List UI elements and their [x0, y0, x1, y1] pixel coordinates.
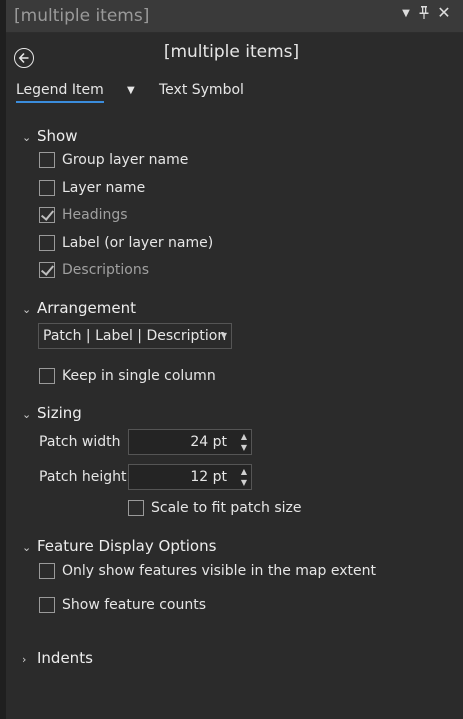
checkbox-label: Scale to fit patch size: [151, 500, 302, 516]
page-title: [multiple items]: [163, 42, 300, 62]
headings-checkbox[interactable]: Headings: [39, 207, 128, 223]
tab-legend-item[interactable]: Legend Item: [16, 82, 104, 103]
layer-name-checkbox[interactable]: Layer name: [39, 180, 145, 196]
arrangement-select[interactable]: Patch | Label | Description ▼: [38, 323, 232, 349]
section-indents[interactable]: › Indents: [22, 649, 93, 667]
checkbox-label: Show feature counts: [62, 597, 207, 613]
spin-up-icon[interactable]: ▲: [241, 432, 247, 441]
section-feature-display-label: Feature Display Options: [37, 537, 217, 555]
label-checkbox[interactable]: Label (or layer name): [39, 235, 213, 251]
chevron-down-icon: ⌄: [22, 541, 32, 554]
section-show[interactable]: ⌄ Show: [22, 127, 77, 145]
checkbox-box[interactable]: [39, 262, 55, 278]
patch-width-label: Patch width: [39, 434, 121, 450]
checkbox-box[interactable]: [128, 500, 144, 516]
section-sizing-label: Sizing: [37, 404, 82, 422]
checkbox-box[interactable]: [39, 368, 55, 384]
chevron-down-icon: ⌄: [22, 408, 32, 421]
patch-height-value: 12 pt: [190, 469, 227, 485]
patch-height-label: Patch height: [39, 469, 127, 485]
patch-width-value: 24 pt: [190, 434, 227, 450]
patch-height-input[interactable]: 12 pt ▲ ▼: [128, 464, 252, 490]
section-arrangement-label: Arrangement: [37, 299, 137, 317]
checkbox-label: Group layer name: [62, 152, 189, 168]
spin-up-icon[interactable]: ▲: [241, 467, 247, 476]
checkbox-box[interactable]: [39, 235, 55, 251]
feature-counts-checkbox[interactable]: Show feature counts: [39, 597, 206, 613]
group-layer-name-checkbox[interactable]: Group layer name: [39, 152, 188, 168]
close-icon[interactable]: ✕: [436, 3, 452, 22]
checkbox-box[interactable]: [39, 152, 55, 168]
tab-chevron-down-icon[interactable]: ▼: [127, 85, 135, 96]
pin-icon[interactable]: [416, 6, 432, 23]
patch-width-input[interactable]: 24 pt ▲ ▼: [128, 429, 252, 455]
chevron-right-icon: ›: [22, 653, 27, 666]
spin-down-icon[interactable]: ▼: [241, 478, 247, 487]
pane-titlebar: [multiple items] ▼ ✕: [6, 0, 463, 33]
chevron-down-icon[interactable]: ▼: [398, 8, 414, 19]
checkbox-box[interactable]: [39, 207, 55, 223]
chevron-down-icon: ▼: [220, 331, 227, 340]
single-column-checkbox[interactable]: Keep in single column: [39, 368, 216, 384]
chevron-down-icon: ⌄: [22, 131, 32, 144]
descriptions-checkbox[interactable]: Descriptions: [39, 262, 149, 278]
panel-edge: [0, 0, 6, 719]
checkbox-box[interactable]: [39, 563, 55, 579]
checkbox-box[interactable]: [39, 180, 55, 196]
spin-down-icon[interactable]: ▼: [241, 443, 247, 452]
pin-glyph: [419, 6, 429, 19]
checkbox-label: Label (or layer name): [62, 235, 214, 251]
checkbox-label: Layer name: [62, 180, 146, 196]
scale-to-fit-checkbox[interactable]: Scale to fit patch size: [128, 500, 302, 516]
checkbox-label: Descriptions: [62, 262, 150, 278]
section-arrangement[interactable]: ⌄ Arrangement: [22, 299, 136, 317]
pane-title: [multiple items]: [14, 6, 150, 26]
arrangement-select-value: Patch | Label | Description: [43, 328, 227, 344]
tab-text-symbol[interactable]: Text Symbol: [159, 82, 244, 98]
section-show-label: Show: [37, 127, 78, 145]
section-feature-display[interactable]: ⌄ Feature Display Options: [22, 537, 216, 555]
checkbox-label: Headings: [62, 207, 128, 223]
chevron-down-icon: ⌄: [22, 303, 32, 316]
section-indents-label: Indents: [37, 649, 93, 667]
checkbox-label: Only show features visible in the map ex…: [62, 563, 376, 579]
checkbox-label: Keep in single column: [62, 368, 216, 384]
section-sizing[interactable]: ⌄ Sizing: [22, 404, 82, 422]
checkbox-box[interactable]: [39, 597, 55, 613]
visible-only-checkbox[interactable]: Only show features visible in the map ex…: [39, 563, 376, 579]
